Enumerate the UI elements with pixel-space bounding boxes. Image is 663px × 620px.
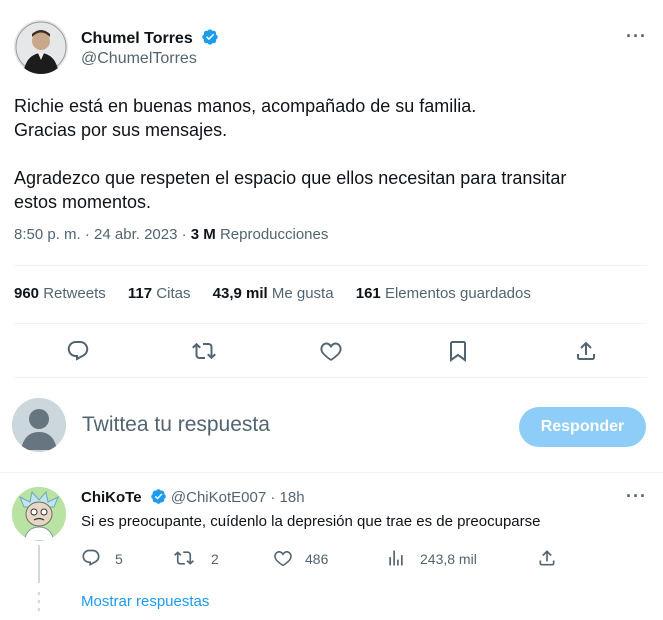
comment-reply-count: 5 <box>115 551 123 567</box>
quotes-stat[interactable]: 117 Citas <box>128 285 191 302</box>
thread-line <box>38 545 40 583</box>
tweet-text-line: Agradezco que respeten el espacio que el… <box>14 168 567 188</box>
commenter-handle[interactable]: @ChiKotE007 <box>171 489 266 506</box>
comment-more-options-icon[interactable]: ··· <box>626 486 647 507</box>
likes-stat[interactable]: 43,9 mil Me gusta <box>213 285 334 302</box>
comment-share-action[interactable] <box>537 548 557 568</box>
retweet-icon <box>174 551 194 565</box>
tweet-text-line: Gracias por sus mensajes. <box>14 120 228 140</box>
bookmark-icon[interactable] <box>446 339 470 363</box>
like-icon[interactable] <box>319 339 343 363</box>
views-icon <box>389 550 403 566</box>
tweet-text-line: estos momentos. <box>14 192 152 212</box>
tweet-stats: 960 Retweets 117 Citas 43,9 mil Me gusta… <box>14 285 549 302</box>
show-replies-link[interactable]: Mostrar respuestas <box>81 593 209 610</box>
tweet-meta: 8:50 p. m. · 24 abr. 2023 · 3 M Reproduc… <box>14 226 328 243</box>
views-label: Reproducciones <box>219 226 329 243</box>
comment-retweet-count: 2 <box>211 551 219 567</box>
author-handle[interactable]: @ChumelTorres <box>81 50 197 68</box>
divider <box>14 323 647 324</box>
comment-views-count: 243,8 mil <box>420 551 477 567</box>
divider <box>0 472 663 473</box>
verified-badge-icon <box>201 28 219 46</box>
comment-time[interactable]: · 18h <box>270 489 304 506</box>
comment-text: Si es preocupante, cuídenlo la depresión… <box>81 513 541 530</box>
divider <box>14 377 647 378</box>
share-icon[interactable] <box>574 339 598 363</box>
like-icon <box>274 550 292 567</box>
share-icon <box>539 550 555 566</box>
reply-icon[interactable] <box>66 339 90 363</box>
author-name-row[interactable]: Chumel Torres <box>81 28 219 48</box>
comment-like-count: 486 <box>305 551 329 567</box>
reply-icon <box>82 549 100 567</box>
verified-badge-icon <box>150 488 167 505</box>
tweet-timestamp[interactable]: 8:50 p. m. · 24 abr. 2023 · <box>14 226 191 243</box>
comment-views-action[interactable] <box>386 548 406 568</box>
views-count: 3 M <box>190 226 216 243</box>
commenter-avatar[interactable] <box>12 487 66 541</box>
user-avatar[interactable] <box>12 398 66 452</box>
comment-header: ChiKoTe @ChiKotE007 · 18h <box>81 488 305 506</box>
retweet-icon[interactable] <box>192 339 216 363</box>
author-avatar[interactable] <box>14 20 68 74</box>
thread-dots <box>38 592 40 614</box>
bookmarks-stat[interactable]: 161 Elementos guardados <box>356 285 531 302</box>
reply-submit-button[interactable]: Responder <box>519 407 646 447</box>
divider <box>14 265 647 266</box>
tweet-text-line: Richie está en buenas manos, acompañado … <box>14 96 477 116</box>
author-name[interactable]: Chumel Torres <box>81 30 193 47</box>
tweet-text: Richie está en buenas manos, acompañado … <box>14 94 644 214</box>
retweets-stat[interactable]: 960 Retweets <box>14 285 106 302</box>
comment-retweet-action[interactable] <box>174 548 194 568</box>
comment-like-action[interactable] <box>273 548 293 568</box>
commenter-name[interactable]: ChiKoTe <box>81 489 142 506</box>
more-options-icon[interactable]: ··· <box>626 26 647 47</box>
comment-reply-action[interactable] <box>81 548 101 568</box>
reply-input[interactable]: Twittea tu respuesta <box>82 413 270 437</box>
